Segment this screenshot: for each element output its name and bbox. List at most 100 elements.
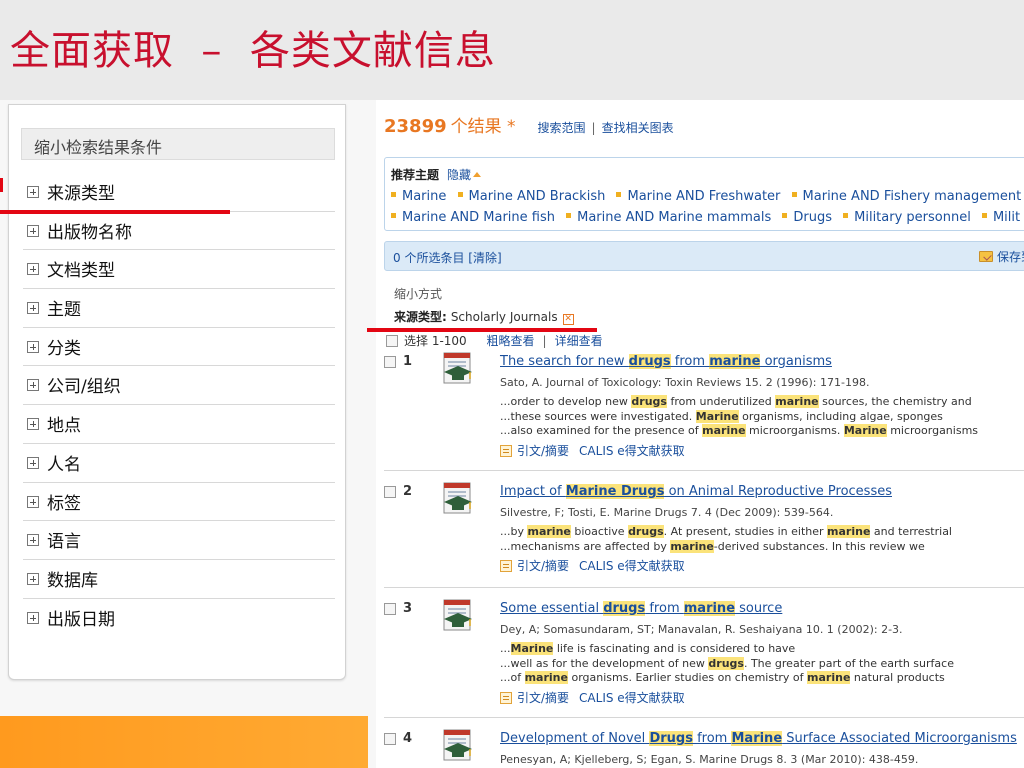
facet-tag[interactable]: 标签: [23, 483, 335, 522]
topic-label: Marine: [402, 189, 447, 204]
results-count: 23899: [384, 116, 447, 137]
detailed-view-link[interactable]: 详细查看: [555, 334, 603, 348]
selected-items-bar: 0 个所选条目 [清除] 保存到: [384, 241, 1024, 271]
bullet-icon: [791, 192, 797, 197]
snippet-line: ...these sources were investigated. Mari…: [500, 409, 1024, 425]
result-citation: Silvestre, F; Tosti, E. Marine Drugs 7. …: [500, 506, 834, 519]
highlighted-term: marine: [683, 601, 736, 616]
citation-abstract-link[interactable]: 引文/摘要: [500, 559, 569, 573]
select-all-checkbox[interactable]: [386, 335, 398, 347]
left-pane: 缩小检索结果条件 来源类型 出版物名称 文档类型 主题 分类 公司/组织 地点 …: [0, 100, 368, 718]
result-title-link[interactable]: Some essential drugs from marine source: [500, 601, 1024, 617]
highlighted-term: Marine: [510, 642, 554, 655]
bullet-icon: [391, 213, 396, 218]
citation-abstract-label: 引文/摘要: [517, 559, 570, 573]
topic-link[interactable]: Marine AND Freshwater: [616, 189, 780, 204]
remove-filter-icon[interactable]: ✕: [562, 314, 574, 325]
title-text: Some essential: [500, 601, 604, 616]
topic-label: Marine AND Freshwater: [627, 189, 781, 204]
topic-link[interactable]: Marine AND Brackish: [457, 189, 606, 204]
topic-link[interactable]: Marine: [391, 189, 446, 204]
results-count-label: 个结果 *: [450, 117, 516, 137]
facet-person[interactable]: 人名: [23, 444, 335, 483]
highlighted-term: marine: [670, 539, 714, 553]
facet-subject[interactable]: 主题: [23, 289, 335, 328]
note-icon: [500, 444, 512, 457]
topic-link[interactable]: Marine AND Fishery management: [791, 189, 1021, 204]
snippet-line: ...of marine organisms. Earlier studies …: [500, 671, 1024, 686]
topics-row-2: Marine AND Marine fish Marine AND Marine…: [391, 210, 1024, 225]
hide-topics-link[interactable]: 隐藏: [447, 168, 482, 182]
title-text: organisms: [760, 354, 832, 369]
applied-filter-key: 来源类型:: [394, 310, 447, 324]
expand-plus-icon: [27, 263, 39, 276]
caret-up-icon: [473, 172, 482, 177]
scholarly-document-icon: [443, 482, 472, 514]
facet-company[interactable]: 公司/组织: [23, 366, 335, 406]
highlighted-term: Marine: [843, 424, 887, 437]
calis-link[interactable]: CALIS e得文献获取: [579, 444, 685, 458]
save-to-link[interactable]: 保存到: [979, 248, 1024, 265]
annotation-mark: [0, 178, 3, 192]
result-checkbox[interactable]: [384, 486, 396, 498]
select-toolbar: 选择 1-100 粗略查看 | 详细查看: [386, 332, 603, 349]
citation-abstract-link[interactable]: 引文/摘要: [500, 444, 569, 458]
topic-link[interactable]: Military personnel: [843, 210, 971, 225]
highlighted-term: Marine: [731, 731, 783, 746]
citation-abstract-label: 引文/摘要: [517, 690, 570, 705]
search-scope-link[interactable]: 搜索范围: [538, 121, 586, 135]
result-number: 1: [403, 354, 413, 369]
result-checkbox[interactable]: [384, 603, 396, 615]
bullet-icon: [981, 213, 987, 218]
facet-panel: 缩小检索结果条件 来源类型 出版物名称 文档类型 主题 分类 公司/组织 地点 …: [8, 104, 346, 680]
topic-link[interactable]: Drugs: [782, 210, 832, 225]
citation-abstract-link[interactable]: 引文/摘要: [500, 691, 569, 705]
facet-label: 来源类型: [47, 184, 115, 204]
topic-label: Marine AND Brackish: [468, 189, 606, 204]
brief-view-link[interactable]: 粗略查看: [487, 334, 535, 348]
annotation-underline-filter: [367, 328, 597, 332]
snippet-line: ...also examined for the presence of mar…: [500, 424, 1024, 439]
bullet-icon: [391, 192, 396, 197]
topic-link[interactable]: Marine AND Marine mammals: [566, 210, 771, 225]
snippet-text: organisms, including algae, sponges: [738, 409, 943, 423]
selected-count-text[interactable]: 0 个所选条目 [清除]: [393, 251, 502, 265]
calis-link[interactable]: CALIS e得文献获取: [579, 559, 685, 573]
facet-classification[interactable]: 分类: [23, 328, 335, 367]
facet-language[interactable]: 语言: [23, 521, 335, 560]
snippet-line: ...mechanisms are affected by marine-der…: [500, 539, 1024, 555]
applied-filter-value: Scholarly Journals: [450, 310, 558, 324]
facet-source-type[interactable]: 来源类型: [23, 173, 335, 212]
result-divider: [384, 717, 1024, 718]
facet-location[interactable]: 地点: [23, 405, 335, 444]
facet-label: 主题: [47, 300, 81, 321]
related-charts-link[interactable]: 查找相关图表: [602, 121, 674, 135]
result-title-link[interactable]: Impact of Marine Drugs on Animal Reprodu…: [500, 484, 1024, 500]
calis-link[interactable]: CALIS e得文献获取: [579, 691, 685, 705]
title-text: on Animal Reproductive Processes: [664, 484, 892, 499]
topic-link[interactable]: Marine AND Marine fish: [391, 210, 555, 225]
facet-document-type[interactable]: 文档类型: [23, 250, 335, 290]
highlighted-term: drugs: [603, 601, 646, 616]
snippet-text: ...by: [500, 525, 528, 538]
result-checkbox[interactable]: [384, 356, 396, 368]
result-title-link[interactable]: The search for new drugs from marine org…: [500, 354, 1024, 370]
highlighted-term: marine: [524, 671, 568, 684]
facet-label: 分类: [47, 338, 81, 359]
title-text: from: [692, 731, 732, 746]
topic-label: Milit: [992, 210, 1021, 225]
toolbar-gap: [475, 334, 479, 348]
facet-database[interactable]: 数据库: [23, 560, 335, 599]
snippet-text: ...of: [500, 671, 525, 684]
snippet-text: ...: [500, 642, 511, 655]
facet-publication-date[interactable]: 出版日期: [23, 599, 335, 638]
title-text: Impact of: [500, 484, 566, 499]
highlighted-term: drugs: [628, 354, 671, 369]
scholarly-document-icon: [443, 599, 472, 631]
applied-filter: 来源类型: Scholarly Journals ✕: [394, 308, 574, 325]
topic-link[interactable]: Milit: [981, 210, 1021, 225]
result-title-link[interactable]: Development of Novel Drugs from Marine S…: [500, 731, 1024, 747]
result-checkbox[interactable]: [384, 733, 396, 745]
topic-label: Military personnel: [854, 210, 971, 225]
facet-publication-title[interactable]: 出版物名称: [23, 212, 335, 251]
